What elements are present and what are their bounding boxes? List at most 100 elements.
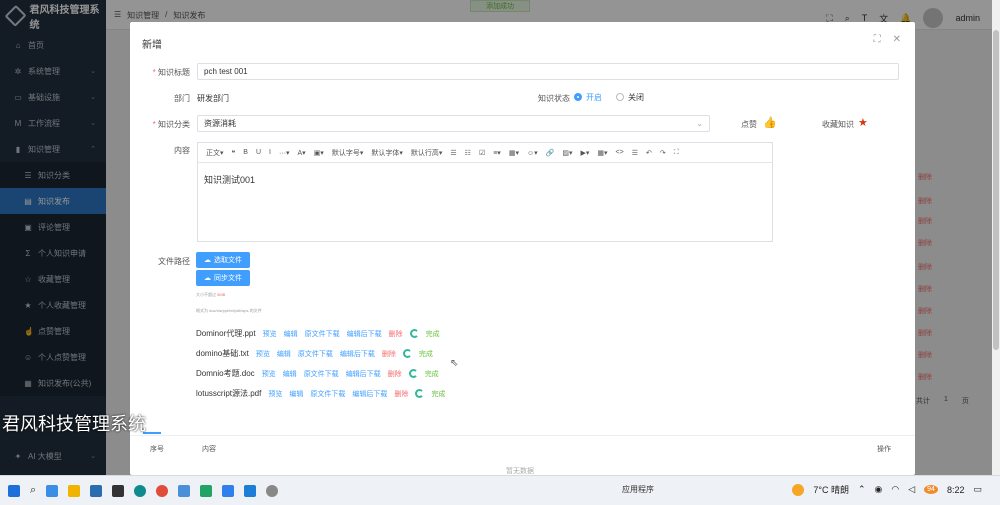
mouse-cursor-icon: ⇖ xyxy=(450,358,459,369)
edge-icon[interactable] xyxy=(134,484,147,497)
chevron-up-icon[interactable]: ⌃ xyxy=(858,484,866,495)
fullscreen-icon[interactable]: ⛶ xyxy=(674,149,679,157)
indent-icon[interactable]: ▦▾ xyxy=(509,149,519,157)
notification-badge[interactable]: 94 xyxy=(924,485,938,494)
cloud-upload-icon: ☁ xyxy=(204,257,211,264)
empty-text: 暂无数据 xyxy=(506,468,534,475)
radio-unchecked-icon xyxy=(616,93,624,101)
category-label: * 知识分类 xyxy=(152,120,190,129)
dept-value: 研发部门 xyxy=(197,94,229,103)
delete-link[interactable]: 删除 xyxy=(389,329,403,339)
undo-icon[interactable]: ↶ xyxy=(646,149,652,157)
numbered-list-icon[interactable]: ☷ xyxy=(465,149,471,157)
title-label: * 知识标题 xyxy=(152,68,190,77)
folder-icon[interactable] xyxy=(68,484,81,497)
more-icon[interactable]: ···▾ xyxy=(279,149,290,157)
preview-link[interactable]: 预览 xyxy=(263,329,277,339)
like-label: 点赞 xyxy=(741,120,757,129)
maximize-icon[interactable]: ⛶ xyxy=(874,34,881,45)
download-original-link[interactable]: 原文件下载 xyxy=(305,329,340,339)
dept-label: 部门 xyxy=(174,94,190,103)
file-name: Dominor代理.ppt xyxy=(196,329,256,338)
app-icon[interactable] xyxy=(178,484,191,497)
app-icon[interactable] xyxy=(112,484,125,497)
todo-icon[interactable]: ☑ xyxy=(479,149,485,157)
edit-link[interactable]: 编辑 xyxy=(289,389,303,399)
search-icon[interactable]: ⌕ xyxy=(30,484,36,497)
vscode-icon[interactable] xyxy=(222,484,235,497)
file-item: domino基础.txt 预览 编辑 原文件下载 编辑后下载 删除 完成 xyxy=(196,348,433,359)
font-size-select[interactable]: 默认字号▾ xyxy=(332,148,364,158)
preview-link[interactable]: 预览 xyxy=(262,369,276,379)
table-icon[interactable]: ▦▾ xyxy=(597,149,607,157)
app-icon[interactable] xyxy=(200,484,213,497)
preview-link[interactable]: 预览 xyxy=(268,389,282,399)
app-icon[interactable] xyxy=(90,484,103,497)
download-edited-link[interactable]: 编辑后下载 xyxy=(347,329,382,339)
bg-color-icon[interactable]: ▣▾ xyxy=(314,149,324,157)
delete-link[interactable]: 删除 xyxy=(388,369,402,379)
volume-icon[interactable]: ◁ xyxy=(908,484,915,495)
title-input[interactable]: pch test 001 xyxy=(197,63,899,80)
image-icon[interactable]: ▨▾ xyxy=(562,149,572,157)
settings-icon[interactable] xyxy=(266,484,279,497)
download-original-link[interactable]: 原文件下载 xyxy=(304,369,339,379)
download-original-link[interactable]: 原文件下载 xyxy=(310,389,345,399)
redo-icon[interactable]: ↷ xyxy=(660,149,666,157)
editor-content[interactable]: 知识测试001 xyxy=(198,163,772,196)
app-icon[interactable] xyxy=(156,484,169,497)
upload-status: 完成 xyxy=(431,390,446,398)
select-file-button[interactable]: ☁ 选取文件 xyxy=(196,252,250,268)
italic-icon[interactable]: I xyxy=(269,149,271,156)
delete-link[interactable]: 删除 xyxy=(394,389,408,399)
sync-file-button[interactable]: ☁ 同步文件 xyxy=(196,270,250,286)
download-edited-link[interactable]: 编辑后下载 xyxy=(340,349,375,359)
download-edited-link[interactable]: 编辑后下载 xyxy=(346,369,381,379)
tray-icon[interactable]: ◉ xyxy=(875,484,883,495)
quote-icon[interactable]: ❝ xyxy=(232,149,236,157)
app-icon[interactable] xyxy=(46,484,59,497)
taskbar-app-label[interactable]: 应用程序 xyxy=(622,484,654,495)
emoji-icon[interactable]: ☺▾ xyxy=(527,149,538,157)
notification-icon[interactable]: ▭ xyxy=(973,484,982,495)
font-color-icon[interactable]: A▾ xyxy=(298,149,306,157)
editor-toolbar: 正文▾ ❝ B U I ···▾ A▾ ▣▾ 默认字号▾ 默认字体▾ 默认行高▾… xyxy=(198,143,772,163)
download-original-link[interactable]: 原文件下载 xyxy=(298,349,333,359)
favorite-label: 收藏知识 xyxy=(822,120,854,129)
edit-link[interactable]: 编辑 xyxy=(284,329,298,339)
edit-link[interactable]: 编辑 xyxy=(283,369,297,379)
code-icon[interactable]: <> xyxy=(616,149,624,156)
line-height-select[interactable]: 默认行高▾ xyxy=(411,148,443,158)
col-actions: 操作 xyxy=(877,446,891,453)
bold-icon[interactable]: B xyxy=(243,149,248,156)
star-icon[interactable]: ★ xyxy=(858,116,868,129)
edit-link[interactable]: 编辑 xyxy=(277,349,291,359)
preview-link[interactable]: 预览 xyxy=(256,349,270,359)
category-select[interactable]: 资源消耗 ⌄ xyxy=(197,115,710,132)
bullet-list-icon[interactable]: ☰ xyxy=(450,149,456,157)
windows-start-icon[interactable] xyxy=(8,484,20,497)
align-icon[interactable]: ≡▾ xyxy=(493,149,501,157)
os-taskbar: ⌕ 应用程序 7°C 晴朗 ⌃ ◉ ◠ ◁ 94 8:22 ▭ xyxy=(0,475,1000,505)
clock-time[interactable]: 8:22 xyxy=(947,485,965,495)
status-radio-off[interactable]: 关闭 xyxy=(616,92,644,103)
close-icon[interactable]: ✕ xyxy=(893,34,901,45)
underline-icon[interactable]: U xyxy=(256,149,261,156)
file-name: domino基础.txt xyxy=(196,349,249,358)
font-family-select[interactable]: 默认字体▾ xyxy=(371,148,403,158)
page-scrollbar[interactable] xyxy=(992,0,1000,475)
app-icon[interactable] xyxy=(244,484,257,497)
weather-text[interactable]: 7°C 晴朗 xyxy=(813,483,849,496)
divider-icon[interactable]: ☰ xyxy=(632,149,638,157)
video-icon[interactable]: ▶▾ xyxy=(581,149,590,157)
wifi-icon[interactable]: ◠ xyxy=(891,484,899,495)
link-icon[interactable]: 🔗 xyxy=(546,149,555,157)
thumbs-up-icon[interactable]: 👍 xyxy=(763,116,777,129)
heading-select[interactable]: 正文▾ xyxy=(206,148,224,158)
dialog-tools: ⛶ ✕ xyxy=(874,34,901,45)
delete-link[interactable]: 删除 xyxy=(382,349,396,359)
scrollbar-thumb[interactable] xyxy=(993,30,999,350)
download-edited-link[interactable]: 编辑后下载 xyxy=(352,389,387,399)
status-radio-on[interactable]: 开启 xyxy=(574,92,602,103)
size-hint: 大小不超过 5MB xyxy=(196,292,226,297)
